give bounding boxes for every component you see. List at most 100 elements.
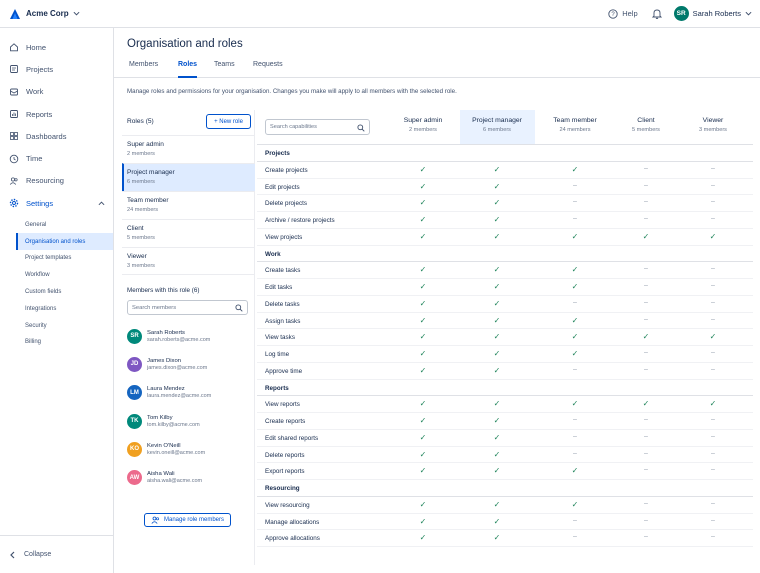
role-item-viewer[interactable]: Viewer 3 members [122, 247, 255, 275]
tab-roles[interactable]: Roles [178, 61, 198, 78]
list-item[interactable]: JD James Dixon james.dixon@acme.com [127, 350, 252, 378]
avatar: JD [127, 356, 142, 372]
list-item[interactable]: AW Aisha Wali aisha.wali@acme.com [127, 463, 252, 491]
sidebar-item-label: Projects [26, 64, 54, 74]
subnav-item-general[interactable]: General [16, 216, 113, 233]
check-icon: ✓ [493, 516, 501, 526]
list-item[interactable]: SR Sarah Roberts sarah.roberts@acme.com [127, 322, 252, 350]
members-header: Members with this role (6) [127, 287, 200, 294]
role-item-super-admin[interactable]: Super admin 2 members [122, 135, 255, 163]
sidebar-item-resourcing[interactable]: Resourcing [0, 170, 113, 192]
dash-icon: – [573, 449, 577, 457]
check-icon: ✓ [419, 533, 427, 543]
column-name: Team member [553, 117, 597, 124]
new-role-button[interactable]: + New role [206, 114, 251, 129]
capability-label: Assign tasks [265, 317, 301, 325]
column-header: Project manager 6 members [459, 110, 535, 144]
sidebar-item-projects[interactable]: Projects [0, 58, 113, 80]
sidebar-item-settings[interactable]: Settings [0, 192, 113, 214]
dash-icon: – [711, 282, 715, 289]
sidebar-item-home[interactable]: Home [0, 36, 113, 58]
subnav-item-billing[interactable]: Billing [16, 334, 113, 351]
list-item[interactable]: LM Laura Mendez laura.mendez@acme.com [127, 379, 252, 407]
tab-requests[interactable]: Requests [253, 61, 283, 78]
table-row: Manage allocations ✓ ✓ – – – [257, 514, 753, 531]
check-icon: ✓ [493, 265, 501, 275]
search-capabilities-input[interactable]: Search capabilities [265, 119, 370, 135]
role-count: 5 members [127, 235, 155, 241]
member-email: sarah.roberts@acme.com [147, 336, 211, 343]
gear-icon [9, 199, 19, 208]
capability-label: Create tasks [265, 267, 301, 275]
search-capabilities-placeholder: Search capabilities [270, 124, 317, 130]
check-icon: ✓ [709, 399, 717, 409]
role-item-project-manager[interactable]: Project manager 6 members [122, 163, 255, 191]
subnav-item-integrations[interactable]: Integrations [16, 300, 113, 317]
tab-bar: Members Roles Teams Requests [114, 57, 760, 78]
role-item-client[interactable]: Client 5 members [122, 219, 255, 247]
sidebar-item-reports[interactable]: Reports [0, 103, 113, 125]
subnav-item-security[interactable]: Security [16, 317, 113, 334]
check-icon: ✓ [571, 282, 579, 291]
capability-label: Edit tasks [265, 284, 293, 291]
notifications-button[interactable] [651, 8, 662, 19]
dash-icon: – [711, 533, 715, 541]
dash-icon: – [573, 198, 577, 206]
dash-icon: – [644, 466, 648, 474]
sidebar-item-time[interactable]: Time [0, 147, 113, 169]
sidebar-item-work[interactable]: Work [0, 81, 113, 103]
dashboards-icon [10, 132, 18, 141]
help-button[interactable]: ? Help [608, 8, 638, 19]
avatar: SR [127, 328, 142, 344]
page-description: Manage roles and permissions for your or… [127, 88, 457, 95]
member-name: Kevin O'Neill [147, 442, 181, 449]
collapse-button[interactable]: Collapse [0, 535, 114, 573]
subnav-item-project-templates[interactable]: Project templates [16, 250, 113, 267]
tab-teams[interactable]: Teams [214, 61, 235, 78]
check-icon: ✓ [571, 466, 579, 476]
work-icon [10, 88, 18, 96]
user-menu[interactable]: SR Sarah Roberts [673, 6, 752, 21]
subnav-item-custom-fields[interactable]: Custom fields [16, 284, 113, 301]
member-email: kevin.oneill@acme.com [147, 449, 206, 456]
subnav-item-workflow[interactable]: Workflow [16, 267, 113, 284]
dash-icon: – [644, 349, 648, 356]
check-icon: ✓ [419, 298, 427, 308]
sidebar-item-label: Settings [26, 198, 54, 208]
table-row: Delete projects ✓ ✓ – – – [257, 195, 753, 212]
table-row: Edit shared reports ✓ ✓ – – – [257, 430, 753, 447]
member-email: laura.mendez@acme.com [147, 393, 212, 400]
check-icon: ✓ [419, 164, 427, 174]
dash-icon: – [573, 365, 577, 373]
settings-subnav: General Organisation and roles Project t… [0, 216, 113, 350]
check-icon: ✓ [642, 231, 650, 241]
sidebar-item-dashboards[interactable]: Dashboards [0, 125, 113, 147]
chevron-down-icon [745, 11, 752, 16]
list-item[interactable]: TK Tom Kilby tom.kilby@acme.com [127, 407, 252, 435]
list-item[interactable]: KO Kevin O'Neill kevin.oneill@acme.com [127, 435, 252, 463]
table-row: View reports ✓ ✓ ✓ ✓ ✓ [257, 396, 753, 413]
table-row: View resourcing ✓ ✓ ✓ – – [257, 497, 753, 514]
sidebar-item-label: Time [26, 154, 43, 164]
check-icon: ✓ [419, 499, 427, 509]
table-group-row: Projects [257, 145, 753, 162]
dash-icon: – [644, 449, 648, 457]
org-switcher[interactable]: Acme Corp [9, 8, 85, 20]
dash-icon: – [644, 432, 648, 440]
chevron-up-icon [98, 201, 105, 205]
check-icon: ✓ [493, 399, 501, 409]
dash-icon: – [644, 416, 648, 423]
dash-icon: – [644, 181, 648, 189]
role-count: 6 members [127, 179, 155, 185]
manage-role-members-button[interactable]: Manage role members [144, 513, 231, 527]
check-icon: ✓ [419, 215, 427, 224]
role-count: 24 members [127, 207, 159, 213]
tab-members[interactable]: Members [129, 61, 158, 78]
check-icon: ✓ [709, 332, 717, 342]
subnav-item-organisation-and-roles[interactable]: Organisation and roles [16, 233, 113, 250]
dash-icon: – [644, 499, 648, 507]
role-item-team-member[interactable]: Team member 24 members [122, 191, 255, 219]
table-row: Create tasks ✓ ✓ ✓ – – [257, 262, 753, 279]
dash-icon: – [711, 164, 715, 172]
search-members-input[interactable]: Search members [127, 300, 248, 315]
